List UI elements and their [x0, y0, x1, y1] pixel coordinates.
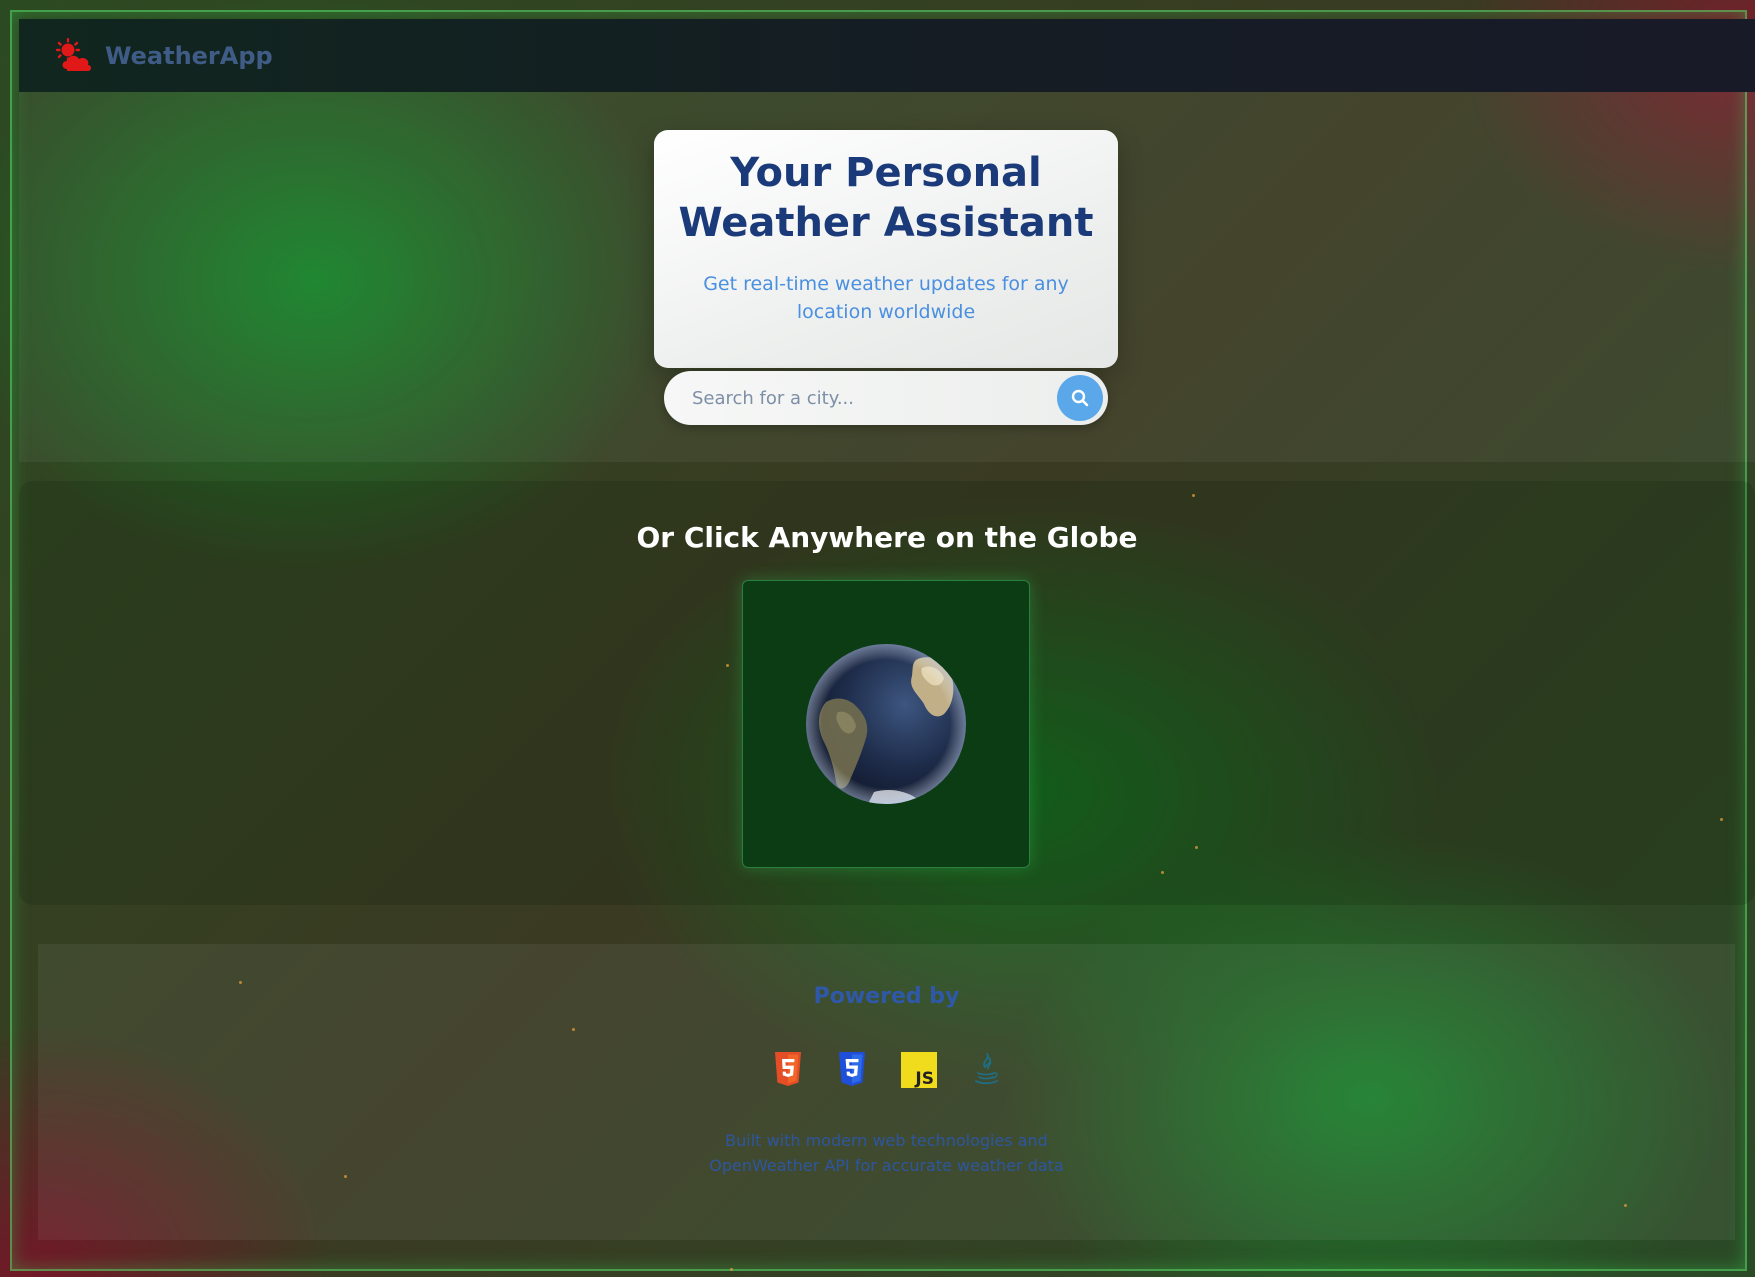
- tech-icons: JS: [38, 1052, 1735, 1088]
- hero-title: Your Personal Weather Assistant: [678, 150, 1094, 246]
- city-search-input[interactable]: [692, 371, 1032, 425]
- globe-canvas[interactable]: [742, 580, 1030, 868]
- powered-by-heading: Powered by: [813, 984, 960, 1009]
- css3-icon: [838, 1052, 865, 1086]
- hero-subtitle: Get real-time weather updates for any lo…: [703, 273, 1069, 323]
- globe-section: Or Click Anywhere on the Globe: [19, 481, 1755, 905]
- decorative-particle: [726, 664, 729, 667]
- decorative-particle: [1195, 846, 1198, 849]
- decorative-particle: [1192, 494, 1195, 497]
- decorative-particle: [1624, 1204, 1627, 1207]
- search-button[interactable]: [1057, 375, 1103, 421]
- footer: Powered by JS Built with modern web tech…: [38, 944, 1735, 1240]
- search-icon: [1071, 389, 1089, 407]
- sun-behind-cloud-icon: [56, 37, 91, 71]
- earth-globe-icon[interactable]: [804, 642, 968, 806]
- hero-card: Your Personal Weather Assistant Get real…: [654, 130, 1118, 368]
- brand-logo-link[interactable]: WeatherApp: [55, 37, 273, 75]
- navbar: WeatherApp: [19, 19, 1755, 92]
- javascript-icon: JS: [900, 1052, 937, 1088]
- decorative-particle: [572, 1028, 575, 1031]
- decorative-particle: [239, 981, 242, 984]
- decorative-particle: [730, 1268, 733, 1271]
- html5-icon: [774, 1052, 801, 1086]
- svg-text:JS: JS: [914, 1069, 934, 1088]
- footer-description: Built with modern web technologies and O…: [709, 1131, 1064, 1175]
- globe-heading: Or Click Anywhere on the Globe: [636, 521, 1138, 554]
- brand-name: WeatherApp: [105, 41, 273, 70]
- java-icon: [974, 1053, 998, 1085]
- search-bar: [664, 371, 1108, 425]
- decorative-particle: [1720, 818, 1723, 821]
- decorative-particle: [344, 1175, 347, 1178]
- decorative-particle: [1161, 871, 1164, 874]
